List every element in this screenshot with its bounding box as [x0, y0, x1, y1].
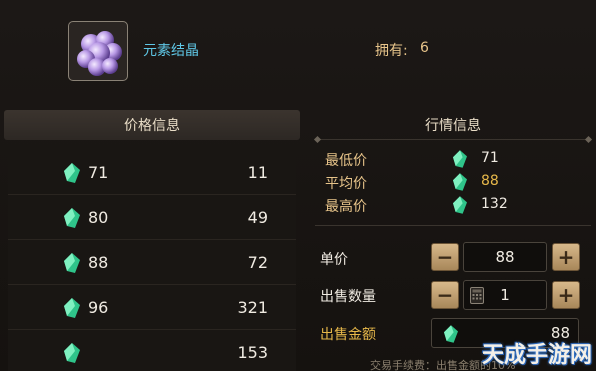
unit-price-decrease-button[interactable]: −	[431, 243, 459, 271]
quantity-decrease-button[interactable]: −	[431, 281, 459, 309]
watermark-logo: 天成手游网	[481, 343, 592, 368]
gem-icon	[64, 343, 80, 363]
gem-icon	[64, 208, 80, 228]
gem-icon	[64, 298, 80, 318]
element-crystal-icon	[68, 21, 128, 81]
price-row[interactable]: 88 72	[8, 240, 296, 285]
gem-icon	[64, 253, 80, 273]
sell-total-label: 出售金额	[320, 327, 376, 343]
plus-icon: +	[557, 245, 575, 269]
minus-icon: −	[436, 245, 454, 269]
plus-icon: +	[557, 283, 575, 307]
gem-icon	[444, 325, 458, 343]
item-info-row: 元素结晶 拥有: 6	[0, 0, 596, 100]
quantity-value: 153	[237, 343, 268, 362]
unit-price-increase-button[interactable]: +	[552, 243, 580, 271]
price-value: 88	[88, 253, 109, 272]
owned-label: 拥有:	[375, 43, 408, 59]
quantity-value: 49	[247, 208, 268, 227]
item-name: 元素结晶	[143, 43, 199, 59]
minus-icon: −	[436, 283, 454, 307]
quantity-value: 321	[237, 298, 268, 317]
price-info-title: 价格信息	[124, 118, 180, 134]
lowest-price-label: 最低价	[325, 153, 367, 169]
unit-price-value: 88	[495, 248, 515, 266]
calculator-icon[interactable]	[470, 287, 484, 304]
price-value: 96	[88, 298, 109, 317]
lowest-price-value: 71	[481, 150, 499, 166]
market-info-header: 行情信息	[315, 110, 591, 140]
quantity-value: 11	[247, 163, 268, 182]
gem-icon	[453, 196, 467, 214]
quantity-value: 72	[247, 253, 268, 272]
quantity-increase-button[interactable]: +	[552, 281, 580, 309]
unit-price-input[interactable]: 88	[463, 242, 547, 272]
sell-quantity-input[interactable]: 1	[463, 280, 547, 310]
highest-price-label: 最高价	[325, 199, 367, 215]
average-price-value: 88	[481, 173, 499, 189]
market-info-title: 行情信息	[425, 117, 481, 134]
unit-price-label: 单价	[320, 252, 348, 268]
price-row[interactable]: 71 11	[8, 150, 296, 195]
gem-icon	[64, 163, 80, 183]
sell-quantity-value: 1	[500, 286, 510, 304]
sell-quantity-label: 出售数量	[320, 289, 376, 305]
gem-icon	[453, 173, 467, 191]
price-row[interactable]: 96 321	[8, 285, 296, 330]
average-price-label: 平均价	[325, 176, 367, 192]
price-value: 71	[88, 163, 109, 182]
gem-icon	[453, 150, 467, 168]
divider	[315, 225, 591, 226]
price-row[interactable]: 80 49	[8, 195, 296, 240]
trade-window: 元素结晶 拥有: 6 价格信息 71 11 80 49 88 72 96 321	[0, 0, 596, 371]
price-row[interactable]: 153	[8, 330, 296, 371]
owned-count: 6	[420, 40, 429, 56]
price-info-header: 价格信息	[4, 110, 300, 140]
price-value: 80	[88, 208, 109, 227]
highest-price-value: 132	[481, 196, 508, 212]
price-list: 71 11 80 49 88 72 96 321 153	[8, 150, 296, 371]
